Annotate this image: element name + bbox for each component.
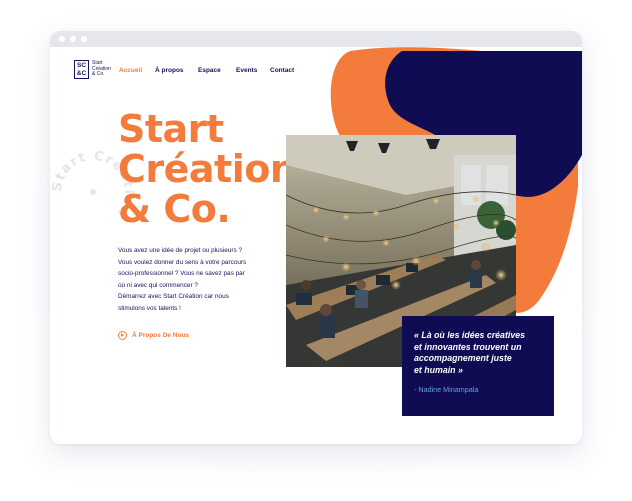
nav-item-events[interactable]: Events [236,67,257,74]
page-content: SC &C Start Création & Co. Accueil À pro… [50,47,582,444]
description-line: stimulons vos talents ! [118,304,181,312]
description-line: où ni avec qui commencer ? [118,281,198,289]
window-dot-icon[interactable] [81,36,87,42]
about-us-link[interactable]: À Propos De Nous [118,329,189,341]
description-line: socio-professionnel ? Vous ne savez pas … [118,270,245,277]
hero-title-line: & Co. [118,187,231,231]
logo-mark-line: SC [76,62,87,69]
quote-text: « Là où les idées créatives et innovante… [414,330,542,376]
window-dot-icon[interactable] [70,36,76,42]
description-line: Vous avez une idée de projet ou plusieur… [118,247,242,254]
about-us-label: À Propos De Nous [132,331,190,339]
quote-box: « Là où les idées créatives et innovante… [402,316,554,416]
hero-title: Start Création & Co. [118,107,297,231]
window-dot-icon[interactable] [59,36,65,42]
hero-title-line: Start [118,107,224,151]
description-line: Démarrez avec Start Création car nous [118,293,229,300]
logo-mark[interactable]: SC &C [74,60,89,79]
logo-text-line: & Co. [92,71,105,78]
browser-window: SC &C Start Création & Co. Accueil À pro… [50,31,582,444]
quote-line: « Là où les idées créatives [414,330,526,340]
logo-mark-line: &C [76,70,87,77]
play-circle-icon [118,330,127,340]
quote-line: et humain » [414,364,463,375]
description-line: Vous voulez donner du sens à votre parco… [118,258,247,266]
window-titlebar [50,31,582,47]
nav-item-accueil[interactable]: Accueil [119,67,142,74]
nav-item-contact[interactable]: Contact [270,67,294,74]
hero-title-line: Création [118,147,297,191]
logo-text[interactable]: Start Création & Co. [92,60,122,78]
nav-item-espace[interactable]: Espace [198,67,221,74]
quote-line: accompagnement juste [414,353,512,364]
quote-line: et innovantes trouvent un [414,341,522,352]
hero-description: Vous avez une idée de projet ou plusieur… [118,245,278,314]
nav-item-a-propos[interactable]: À propos [155,67,184,74]
quote-author: - Nadine Minampala [414,385,479,395]
